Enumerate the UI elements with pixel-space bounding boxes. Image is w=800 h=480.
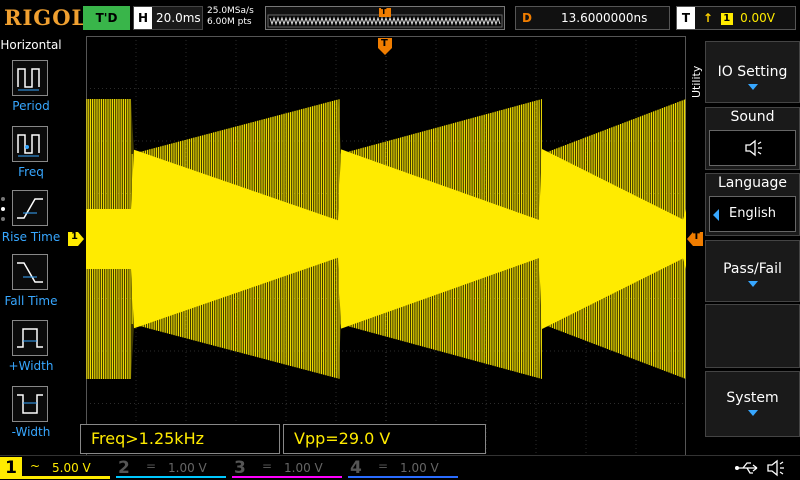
language-button[interactable]: Language English: [705, 173, 800, 236]
ch4-color-strip: [348, 476, 458, 478]
chevron-down-icon: [747, 281, 758, 287]
io-setting-button[interactable]: IO Setting: [705, 41, 800, 103]
delay-label: D: [522, 11, 532, 25]
negative-width-icon: [17, 394, 43, 414]
utility-panel-title: Utility: [690, 65, 703, 98]
sample-rate-info: 25.0MSa/s 6.00M pts: [207, 6, 263, 30]
sample-rate: 25.0MSa/s: [207, 6, 254, 16]
period-button[interactable]: [12, 60, 48, 96]
system-button[interactable]: System: [705, 371, 800, 437]
trigger-status-badge: T'D: [83, 6, 130, 30]
memory-depth: 6.00M pts: [207, 17, 252, 27]
freq-label: Freq: [18, 165, 44, 179]
rising-edge-icon: ↑: [702, 11, 713, 25]
empty-softkey[interactable]: [705, 304, 800, 368]
period-icon: [17, 68, 40, 91]
negative-width-button[interactable]: [12, 386, 48, 422]
chevron-down-icon: [747, 410, 758, 416]
ch4-coupling-icon: =: [378, 459, 389, 473]
speaker-icon: [767, 459, 784, 477]
trigger-position-label: T: [381, 38, 388, 49]
ch1-coupling-icon: ~: [30, 459, 41, 473]
measurement-vpp[interactable]: Vpp=29.0 V: [283, 424, 486, 454]
ch2-color-strip: [116, 476, 226, 478]
measure-panel-title: Horizontal: [0, 38, 62, 52]
rise-time-label: Rise Time: [1, 230, 61, 244]
waveform-display[interactable]: [86, 36, 686, 456]
rise-time-button[interactable]: [12, 190, 48, 226]
negative-width-label: -Width: [11, 425, 51, 439]
rigol-logo: RIGOL: [4, 5, 88, 30]
sound-button[interactable]: Sound: [705, 107, 800, 170]
pass-fail-button[interactable]: Pass/Fail: [705, 240, 800, 302]
period-label: Period: [12, 99, 50, 113]
language-value: English: [729, 206, 776, 221]
positive-width-label: +Width: [8, 359, 54, 373]
ch3-color-strip: [232, 476, 342, 478]
chevron-left-icon: [713, 209, 719, 221]
timebase-value: 20.0ms: [156, 11, 201, 25]
sound-label: Sound: [730, 109, 775, 125]
positive-width-button[interactable]: [12, 320, 48, 356]
ch1-active-underline: [0, 476, 110, 479]
fall-time-icon: [17, 262, 43, 283]
delay-display[interactable]: D 13.6000000ns: [515, 6, 670, 30]
trigger-label: T: [677, 7, 695, 29]
usb-icon: [735, 462, 758, 474]
fall-time-button[interactable]: [12, 254, 48, 290]
delay-value: 13.6000000ns: [561, 11, 648, 25]
left-page-dots: [1, 197, 5, 221]
trigger-display[interactable]: T ↑ 1 0.00V: [676, 6, 796, 30]
positive-width-icon: [17, 328, 43, 348]
speaker-icon: [745, 139, 762, 157]
trigger-source-badge: 1: [720, 12, 733, 25]
language-label: Language: [717, 175, 788, 191]
system-label: System: [726, 390, 779, 406]
io-setting-label: IO Setting: [717, 64, 788, 80]
memory-window: T: [265, 6, 505, 30]
measurement-frequency[interactable]: Freq>1.25kHz: [80, 424, 280, 454]
language-value-box: English: [709, 196, 796, 232]
ch3-coupling-icon: =: [262, 459, 273, 473]
horizontal-timebase[interactable]: H 20.0ms: [133, 6, 203, 30]
freq-button[interactable]: [12, 126, 48, 162]
freq-icon: [17, 134, 40, 157]
fall-time-label: Fall Time: [4, 294, 58, 308]
memory-trigger-marker: T: [381, 7, 387, 16]
pass-fail-label: Pass/Fail: [723, 261, 782, 277]
horizontal-label: H: [134, 7, 152, 29]
rise-time-icon: [17, 198, 43, 219]
trigger-level-label: T: [693, 231, 700, 242]
sound-value-box: [709, 130, 796, 166]
chevron-down-icon: [747, 84, 758, 90]
ch2-coupling-icon: =: [146, 459, 157, 473]
trigger-level: 0.00V: [740, 11, 775, 25]
ch1-ground-label: 1: [71, 231, 78, 242]
